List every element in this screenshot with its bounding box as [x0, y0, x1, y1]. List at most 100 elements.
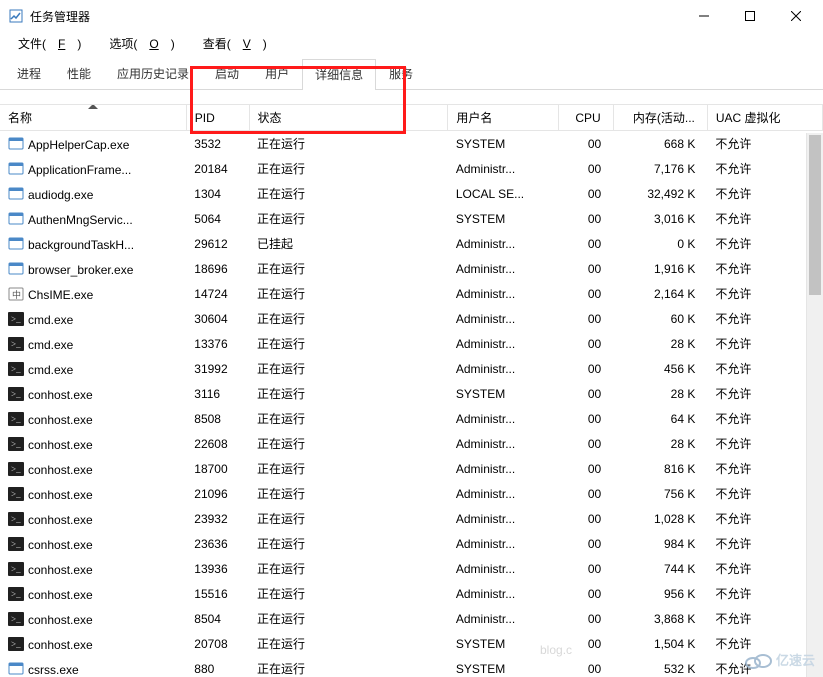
table-row[interactable]: conhost.exe15516正在运行Administr...00956 K不… — [0, 581, 823, 606]
table-row[interactable]: cmd.exe13376正在运行Administr...0028 K不允许 — [0, 331, 823, 356]
maximize-button[interactable] — [727, 0, 773, 32]
cell-pid: 18696 — [186, 256, 249, 281]
scroll-thumb[interactable] — [809, 135, 821, 295]
cell-user: Administr... — [448, 156, 559, 181]
cell-user: Administr... — [448, 506, 559, 531]
process-icon — [8, 636, 24, 652]
column-status[interactable]: 状态 — [249, 105, 448, 131]
cell-pid: 8508 — [186, 406, 249, 431]
process-icon — [8, 661, 24, 677]
cell-pid: 8504 — [186, 606, 249, 631]
cell-status: 正在运行 — [249, 381, 448, 406]
tab-processes[interactable]: 进程 — [4, 58, 54, 89]
tab-users[interactable]: 用户 — [252, 58, 302, 89]
process-icon — [8, 261, 24, 277]
column-uac[interactable]: UAC 虚拟化 — [707, 105, 822, 131]
cell-cpu: 00 — [559, 531, 613, 556]
cell-cpu: 00 — [559, 306, 613, 331]
table-row[interactable]: conhost.exe21096正在运行Administr...00756 K不… — [0, 481, 823, 506]
process-icon — [8, 136, 24, 152]
cell-cpu: 00 — [559, 481, 613, 506]
menu-options[interactable]: 选项(O) — [97, 33, 186, 54]
table-row[interactable]: audiodg.exe1304正在运行LOCAL SE...0032,492 K… — [0, 181, 823, 206]
vertical-scrollbar[interactable] — [806, 133, 823, 677]
column-name[interactable]: 名称 — [0, 105, 186, 131]
cell-user: Administr... — [448, 356, 559, 381]
table-row[interactable]: cmd.exe30604正在运行Administr...0060 K不允许 — [0, 306, 823, 331]
cell-status: 正在运行 — [249, 356, 448, 381]
cell-status: 正在运行 — [249, 306, 448, 331]
cell-user: Administr... — [448, 456, 559, 481]
tab-details[interactable]: 详细信息 — [302, 59, 376, 90]
tab-services[interactable]: 服务 — [376, 58, 426, 89]
process-icon — [8, 311, 24, 327]
cell-status: 正在运行 — [249, 556, 448, 581]
cell-cpu: 00 — [559, 556, 613, 581]
table-row[interactable]: conhost.exe22608正在运行Administr...0028 K不允… — [0, 431, 823, 456]
cell-pid: 5064 — [186, 206, 249, 231]
table-row[interactable]: conhost.exe18700正在运行Administr...00816 K不… — [0, 456, 823, 481]
watermark: 亿速云 — [744, 650, 815, 669]
cell-name: ChsIME.exe — [28, 288, 93, 302]
close-button[interactable] — [773, 0, 819, 32]
table-row[interactable]: backgroundTaskH...29612已挂起Administr...00… — [0, 231, 823, 256]
process-icon — [8, 536, 24, 552]
cell-cpu: 00 — [559, 131, 613, 157]
cell-pid: 13376 — [186, 331, 249, 356]
cell-status: 正在运行 — [249, 606, 448, 631]
column-pid[interactable]: PID — [186, 105, 249, 131]
process-icon — [8, 186, 24, 202]
table-row[interactable]: ChsIME.exe14724正在运行Administr...002,164 K… — [0, 281, 823, 306]
menu-file[interactable]: 文件(F) — [6, 33, 93, 54]
cell-cpu: 00 — [559, 581, 613, 606]
tab-startup[interactable]: 启动 — [202, 58, 252, 89]
tab-performance[interactable]: 性能 — [54, 58, 104, 89]
tab-history[interactable]: 应用历史记录 — [104, 58, 202, 89]
table-row[interactable]: conhost.exe20708正在运行SYSTEM001,504 K不允许 — [0, 631, 823, 656]
cell-name: conhost.exe — [28, 488, 93, 502]
table-row[interactable]: conhost.exe8508正在运行Administr...0064 K不允许 — [0, 406, 823, 431]
table-row[interactable]: conhost.exe13936正在运行Administr...00744 K不… — [0, 556, 823, 581]
cell-cpu: 00 — [559, 156, 613, 181]
cell-user: Administr... — [448, 556, 559, 581]
table-row[interactable]: conhost.exe3116正在运行SYSTEM0028 K不允许 — [0, 381, 823, 406]
cell-name: audiodg.exe — [28, 188, 93, 202]
table-row[interactable]: conhost.exe8504正在运行Administr...003,868 K… — [0, 606, 823, 631]
cell-name: conhost.exe — [28, 563, 93, 577]
cell-user: SYSTEM — [448, 656, 559, 677]
cell-name: conhost.exe — [28, 613, 93, 627]
table-row[interactable]: conhost.exe23636正在运行Administr...00984 K不… — [0, 531, 823, 556]
cell-user: SYSTEM — [448, 381, 559, 406]
cell-name: conhost.exe — [28, 513, 93, 527]
table-row[interactable]: cmd.exe31992正在运行Administr...00456 K不允许 — [0, 356, 823, 381]
menu-view[interactable]: 查看(V) — [191, 33, 279, 54]
table-row[interactable]: AuthenMngServic...5064正在运行SYSTEM003,016 … — [0, 206, 823, 231]
process-icon — [8, 236, 24, 252]
cell-status: 正在运行 — [249, 581, 448, 606]
minimize-button[interactable] — [681, 0, 727, 32]
cell-name: browser_broker.exe — [28, 263, 133, 277]
process-icon — [8, 361, 24, 377]
cell-cpu: 00 — [559, 456, 613, 481]
cell-memory: 28 K — [613, 381, 707, 406]
process-icon — [8, 461, 24, 477]
cell-name: conhost.exe — [28, 463, 93, 477]
table-row[interactable]: ApplicationFrame...20184正在运行Administr...… — [0, 156, 823, 181]
cell-cpu: 00 — [559, 231, 613, 256]
table-row[interactable]: AppHelperCap.exe3532正在运行SYSTEM00668 K不允许 — [0, 131, 823, 157]
table-row[interactable]: conhost.exe23932正在运行Administr...001,028 … — [0, 506, 823, 531]
cell-cpu: 00 — [559, 206, 613, 231]
cell-status: 正在运行 — [249, 506, 448, 531]
table-row[interactable]: csrss.exe880正在运行SYSTEM00532 K不允许 — [0, 656, 823, 677]
table-row[interactable]: browser_broker.exe18696正在运行Administr...0… — [0, 256, 823, 281]
cell-name: cmd.exe — [28, 313, 73, 327]
window-controls — [681, 0, 819, 32]
column-user[interactable]: 用户名 — [448, 105, 559, 131]
process-icon — [8, 386, 24, 402]
tabbar: 进程 性能 应用历史记录 启动 用户 详细信息 服务 — [0, 58, 823, 90]
cell-cpu: 00 — [559, 381, 613, 406]
column-cpu[interactable]: CPU — [559, 105, 613, 131]
cell-name: conhost.exe — [28, 638, 93, 652]
column-memory[interactable]: 内存(活动... — [613, 105, 707, 131]
cell-status: 正在运行 — [249, 131, 448, 157]
